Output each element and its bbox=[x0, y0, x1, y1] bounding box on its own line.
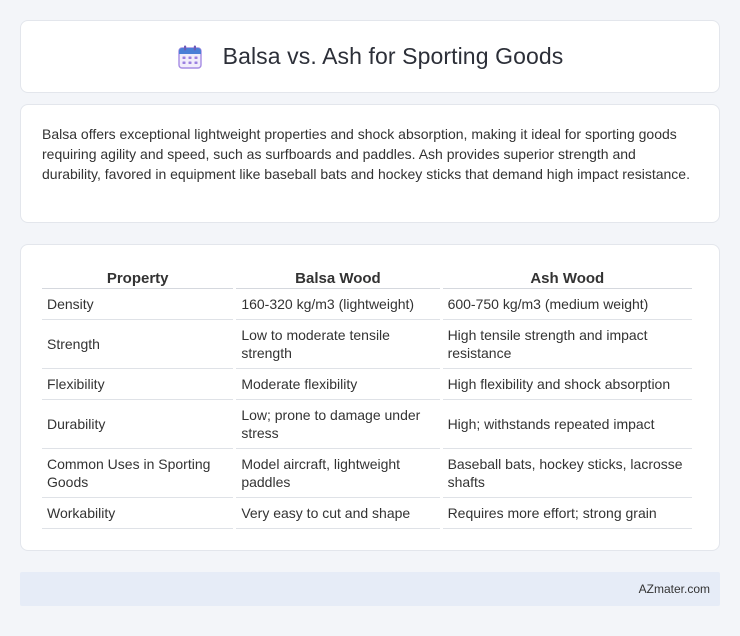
row-property: Density bbox=[42, 289, 234, 320]
row-property: Durability bbox=[42, 400, 234, 449]
row-ash-value: High flexibility and shock absorption bbox=[442, 369, 692, 400]
row-balsa-value: Very easy to cut and shape bbox=[236, 498, 440, 529]
row-balsa-value: 160-320 kg/m3 (lightweight) bbox=[236, 289, 440, 320]
row-ash-value: 600-750 kg/m3 (medium weight) bbox=[442, 289, 692, 320]
table-row: Common Uses in Sporting Goods Model airc… bbox=[42, 449, 692, 498]
row-property: Flexibility bbox=[42, 369, 234, 400]
table-row: Strength Low to moderate tensile strengt… bbox=[42, 320, 692, 369]
footer-site-link[interactable]: AZmater.com bbox=[639, 582, 710, 596]
row-ash-value: Baseball bats, hockey sticks, lacrosse s… bbox=[442, 449, 692, 498]
row-balsa-value: Model aircraft, lightweight paddles bbox=[236, 449, 440, 498]
calendar-icon bbox=[177, 45, 202, 69]
comparison-table: Property Balsa Wood Ash Wood Density 160… bbox=[39, 265, 695, 529]
title-row: Balsa vs. Ash for Sporting Goods bbox=[177, 43, 564, 70]
row-ash-value: High tensile strength and impact resista… bbox=[442, 320, 692, 369]
row-property: Workability bbox=[42, 498, 234, 529]
header-ash: Ash Wood bbox=[442, 265, 692, 289]
summary-card: Balsa offers exceptional lightweight pro… bbox=[20, 104, 720, 223]
table-row: Workability Very easy to cut and shape R… bbox=[42, 498, 692, 529]
summary-text: Balsa offers exceptional lightweight pro… bbox=[42, 126, 690, 182]
footer-bar: AZmater.com bbox=[20, 572, 720, 606]
row-property: Common Uses in Sporting Goods bbox=[42, 449, 234, 498]
table-row: Flexibility Moderate flexibility High fl… bbox=[42, 369, 692, 400]
title-card: Balsa vs. Ash for Sporting Goods bbox=[20, 20, 720, 93]
row-balsa-value: Moderate flexibility bbox=[236, 369, 440, 400]
table-row: Durability Low; prone to damage under st… bbox=[42, 400, 692, 449]
table-header-row: Property Balsa Wood Ash Wood bbox=[42, 265, 692, 289]
row-property: Strength bbox=[42, 320, 234, 369]
header-balsa: Balsa Wood bbox=[236, 265, 440, 289]
page-title: Balsa vs. Ash for Sporting Goods bbox=[222, 43, 564, 69]
row-balsa-value: Low; prone to damage under stress bbox=[236, 400, 440, 449]
header-property: Property bbox=[42, 265, 234, 289]
row-ash-value: Requires more effort; strong grain bbox=[442, 498, 692, 529]
table-row: Density 160-320 kg/m3 (lightweight) 600-… bbox=[42, 289, 692, 320]
row-ash-value: High; withstands repeated impact bbox=[442, 400, 692, 449]
row-balsa-value: Low to moderate tensile strength bbox=[236, 320, 440, 369]
comparison-card: Property Balsa Wood Ash Wood Density 160… bbox=[20, 244, 720, 551]
